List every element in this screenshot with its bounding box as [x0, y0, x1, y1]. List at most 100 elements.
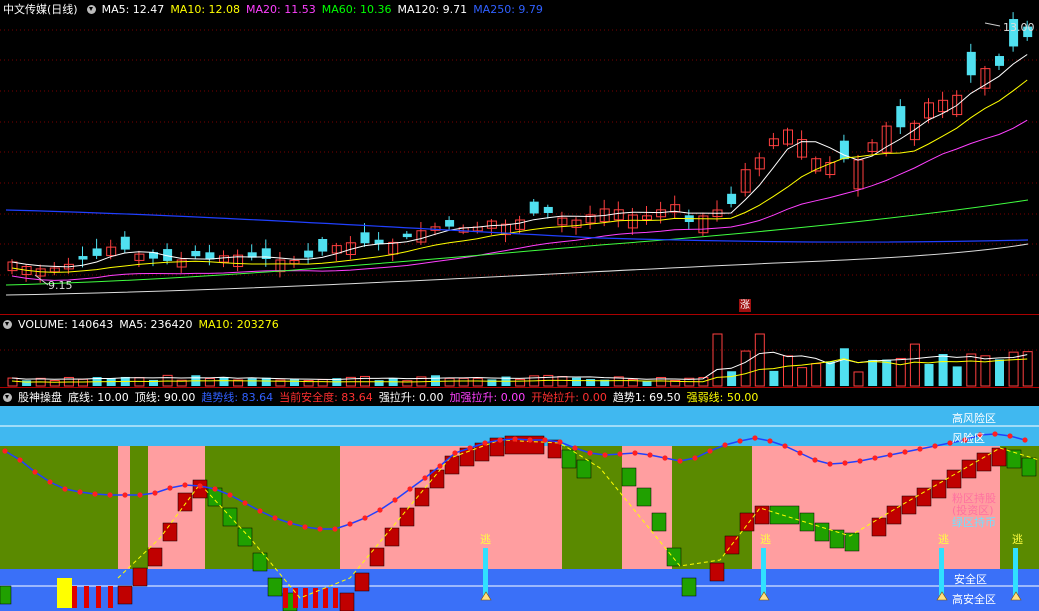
candle-down: [402, 233, 412, 238]
volume-bar-down: [487, 379, 497, 386]
trend-dot: [182, 482, 188, 488]
trend-step: [886, 505, 902, 525]
volume-chart-panel[interactable]: VOLUME: 140643 MA5: 236420 MA10: 203276: [0, 315, 1039, 388]
trend-dot: [377, 507, 383, 513]
volume-bar-up: [49, 380, 60, 387]
safety-bar: [72, 586, 77, 608]
trend-step: [399, 507, 415, 527]
ma5-label: MA5: 12.47: [101, 2, 165, 16]
trend-step: [916, 487, 932, 507]
volume-bar-up: [458, 377, 469, 387]
volume-bar-down: [642, 380, 652, 386]
volume-bar-up: [797, 367, 808, 387]
trend-dot: [617, 451, 623, 457]
trend-step: [681, 577, 697, 597]
trend-dot: [287, 520, 293, 526]
trend-dot: [1022, 437, 1028, 443]
trend-step: [844, 532, 860, 552]
trend-step: [1021, 457, 1037, 477]
volume-bar-down: [586, 379, 596, 386]
escape-label: 逃: [760, 533, 771, 546]
trend-dot: [542, 437, 548, 443]
indicator-canvas[interactable]: [0, 388, 1039, 611]
volume-bar-down: [247, 378, 257, 386]
strong-rise-label: 强拉升: 0.00: [378, 391, 444, 404]
escape-beam: [483, 548, 488, 596]
trend-dot: [302, 524, 308, 530]
trend-dot: [32, 469, 38, 475]
volume-bar-down: [290, 378, 299, 386]
trend-dot: [2, 448, 8, 454]
volume-bar-down: [938, 354, 948, 386]
trend-dot: [17, 457, 23, 463]
high-safe-zone-label: 高安全区: [952, 593, 996, 606]
volume-bar-down: [839, 348, 849, 386]
trend-dot: [902, 449, 908, 455]
trend-dot: [47, 479, 53, 485]
escape-label: 逃: [480, 533, 491, 546]
escape-beam: [1013, 548, 1018, 596]
trend-dot: [482, 440, 488, 446]
volume-bar-down: [149, 379, 158, 386]
indicator-name: 股神操盘: [18, 391, 62, 404]
trend-dot: [332, 526, 338, 532]
ma250-line: [5, 209, 1029, 243]
trend-dot: [692, 455, 698, 461]
ma60-label: MA60: 10.36: [321, 2, 392, 16]
trend-step: [799, 512, 815, 532]
volume-bar-up: [1022, 351, 1033, 387]
ma5-line: [11, 54, 1028, 268]
volume-bar-up: [895, 357, 906, 387]
candle-down: [896, 106, 906, 128]
volume-bar-up: [740, 350, 751, 387]
dropdown-icon[interactable]: [86, 4, 96, 14]
trend-step: [192, 479, 208, 499]
trend-step: [829, 529, 845, 549]
volume-bar-down: [431, 375, 440, 386]
trend-step: [237, 527, 253, 547]
price-chart-canvas[interactable]: [0, 0, 1039, 314]
trend-dot: [527, 437, 533, 443]
candle-down: [445, 220, 455, 227]
trend-dot: [497, 437, 503, 443]
trend-step: [0, 585, 12, 605]
trend-dot: [797, 450, 803, 456]
price-chart-panel[interactable]: 中文传媒(日线) MA5: 12.47 MA10: 12.08 MA20: 11…: [0, 0, 1039, 315]
safety-label: 当前安全度: 83.64: [279, 391, 373, 404]
trend-dot: [842, 460, 848, 466]
escape-beam: [761, 548, 766, 596]
volume-bar-down: [22, 380, 32, 386]
ma20-label: MA20: 11.53: [246, 2, 316, 16]
trend-dot: [827, 461, 833, 467]
trend-dot: [92, 491, 98, 497]
trend-dot: [122, 492, 128, 498]
trend-dot: [767, 438, 773, 444]
volume-bar-up: [754, 333, 765, 387]
trend-step: [252, 552, 268, 572]
trend-step: [444, 455, 460, 475]
trend-dot: [467, 445, 473, 451]
trend-dot: [77, 489, 83, 495]
trend-step: [651, 512, 667, 532]
trend-dot: [647, 452, 653, 458]
trend-dot: [572, 445, 578, 451]
volume-bar-down: [219, 376, 229, 386]
safety-bar: [283, 588, 288, 608]
volume-ma5-label: MA5: 236420: [119, 317, 193, 331]
trend-dot: [872, 455, 878, 461]
volume-bar-down: [727, 371, 737, 386]
candle-down: [995, 56, 1004, 66]
ma120-label: MA120: 9.71: [397, 2, 468, 16]
trend-step: [666, 547, 682, 567]
zone-band: [205, 446, 340, 569]
dropdown-icon[interactable]: [3, 319, 12, 329]
trend-step: [354, 572, 370, 592]
trend-dot: [662, 455, 668, 461]
bottom-line-label: 底线: 10.00: [68, 391, 129, 404]
indicator-panel[interactable]: 股神操盘 底线: 10.00 顶线: 90.00 趋势线: 83.64 当前安全…: [0, 388, 1039, 611]
candle-down: [966, 51, 976, 76]
volume-bar-up: [444, 377, 455, 387]
zone-band: [118, 446, 130, 569]
dropdown-icon[interactable]: [3, 392, 12, 402]
enhanced-rise-label: 加强拉升: 0.00: [449, 391, 526, 404]
